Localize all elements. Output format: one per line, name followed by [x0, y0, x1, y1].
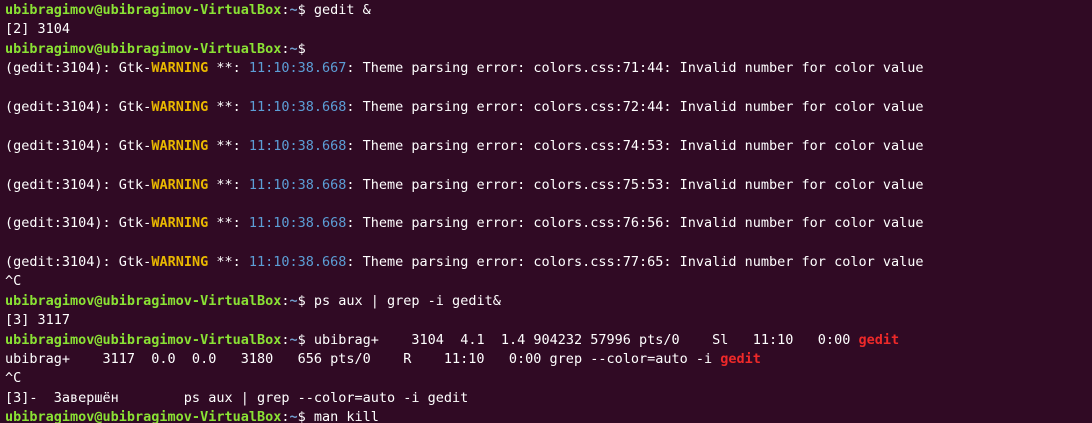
warning-level: WARNING	[151, 254, 209, 271]
output-text: [2] 3104	[5, 21, 71, 38]
prompt-user-host: ubibragimov@ubibragimov-VirtualBox	[5, 292, 282, 309]
prompt-symbol: $	[297, 409, 314, 423]
warning-timestamp: 11:10:38.668	[248, 137, 347, 154]
output-text: ^C	[5, 273, 22, 290]
prompt-user-host: ubibragimov@ubibragimov-VirtualBox	[5, 409, 282, 423]
output-line: [3] 3117	[5, 311, 1092, 330]
command-text: ps aux | grep -i gedit&	[313, 292, 501, 309]
gtk-warning-line: (gedit:3104): Gtk-WARNING **: 11:10:38.6…	[5, 253, 1092, 272]
warning-source: (gedit:3104): Gtk-	[5, 98, 152, 115]
grep-match: gedit	[720, 351, 761, 368]
prompt-path: ~	[289, 292, 298, 309]
warning-level: WARNING	[151, 215, 209, 232]
output-line: ubibrag+ 3117 0.0 0.0 3180 656 pts/0 R 1…	[5, 350, 1092, 369]
warning-separator: **:	[208, 176, 249, 193]
warning-separator: **:	[208, 254, 249, 271]
prompt-symbol: $	[297, 292, 314, 309]
warning-source: (gedit:3104): Gtk-	[5, 215, 152, 232]
prompt-symbol: $	[297, 40, 314, 57]
warning-source: (gedit:3104): Gtk-	[5, 137, 152, 154]
prompt-user-host: ubibragimov@ubibragimov-VirtualBox	[5, 331, 282, 348]
output-text: [3] 3117	[5, 312, 71, 329]
warning-message: : Theme parsing error: colors.css:72:44:…	[346, 98, 924, 115]
prompt-line: ubibragimov@ubibragimov-VirtualBox:~$	[5, 40, 1092, 59]
warning-message: : Theme parsing error: colors.css:77:65:…	[346, 254, 924, 271]
prompt-line: ubibragimov@ubibragimov-VirtualBox:~$ ps…	[5, 292, 1092, 311]
gtk-warning-line: (gedit:3104): Gtk-WARNING **: 11:10:38.6…	[5, 214, 1092, 233]
prompt-path: ~	[289, 2, 298, 18]
command-text: gedit &	[313, 2, 371, 18]
output-line: [2] 3104	[5, 20, 1092, 39]
prompt-line: ubibragimov@ubibragimov-VirtualBox:~$ ge…	[5, 1, 1092, 20]
output-line: [3]- Завершён ps aux | grep --color=auto…	[5, 389, 1092, 408]
warning-separator: **:	[208, 60, 249, 77]
output-line: ^C	[5, 272, 1092, 291]
warning-level: WARNING	[151, 60, 209, 77]
gtk-warning-line: (gedit:3104): Gtk-WARNING **: 11:10:38.6…	[5, 176, 1092, 195]
prompt-user-host: ubibragimov@ubibragimov-VirtualBox	[5, 2, 282, 18]
prompt-path: ~	[289, 40, 298, 57]
gtk-warning-line: (gedit:3104): Gtk-WARNING **: 11:10:38.6…	[5, 98, 1092, 117]
warning-timestamp: 11:10:38.668	[248, 215, 347, 232]
warning-message: : Theme parsing error: colors.css:74:53:…	[346, 137, 924, 154]
warning-timestamp: 11:10:38.668	[248, 254, 347, 271]
prompt-line: ubibragimov@ubibragimov-VirtualBox:~$ ma…	[5, 408, 1092, 423]
prompt-user-host: ubibragimov@ubibragimov-VirtualBox	[5, 40, 282, 57]
warning-separator: **:	[208, 137, 249, 154]
warning-timestamp: 11:10:38.668	[248, 98, 347, 115]
warning-level: WARNING	[151, 98, 209, 115]
output-text: ^C	[5, 370, 22, 387]
warning-separator: **:	[208, 98, 249, 115]
warning-timestamp: 11:10:38.668	[248, 176, 347, 193]
grep-match: gedit	[858, 331, 900, 348]
output-text: ubibrag+ 3117 0.0 0.0 3180 656 pts/0 R 1…	[5, 351, 721, 368]
command-text: ubibrag+ 3104 4.1 1.4 904232 57996 pts/0…	[313, 331, 859, 348]
warning-message: : Theme parsing error: colors.css:71:44:…	[346, 60, 924, 77]
prompt-symbol: $	[297, 2, 314, 18]
warning-level: WARNING	[151, 137, 209, 154]
prompt-path: ~	[289, 409, 298, 423]
terminal-window[interactable]: ubibragimov@ubibragimov-VirtualBox:~$ ge…	[0, 0, 1092, 423]
warning-source: (gedit:3104): Gtk-	[5, 60, 152, 77]
warning-source: (gedit:3104): Gtk-	[5, 176, 152, 193]
warning-level: WARNING	[151, 176, 209, 193]
warning-separator: **:	[208, 215, 249, 232]
gtk-warning-line: (gedit:3104): Gtk-WARNING **: 11:10:38.6…	[5, 59, 1092, 78]
warning-message: : Theme parsing error: colors.css:75:53:…	[346, 176, 924, 193]
warning-source: (gedit:3104): Gtk-	[5, 254, 152, 271]
gtk-warning-line: (gedit:3104): Gtk-WARNING **: 11:10:38.6…	[5, 137, 1092, 156]
prompt-line: ubibragimov@ubibragimov-VirtualBox:~$ ub…	[5, 331, 1092, 350]
output-line: ^C	[5, 369, 1092, 388]
command-text: man kill	[313, 409, 379, 423]
prompt-path: ~	[289, 331, 298, 348]
warning-message: : Theme parsing error: colors.css:76:56:…	[346, 215, 924, 232]
output-text: [3]- Завершён ps aux | grep --color=auto…	[5, 389, 469, 406]
warning-timestamp: 11:10:38.667	[248, 60, 347, 77]
prompt-symbol: $	[297, 331, 314, 348]
